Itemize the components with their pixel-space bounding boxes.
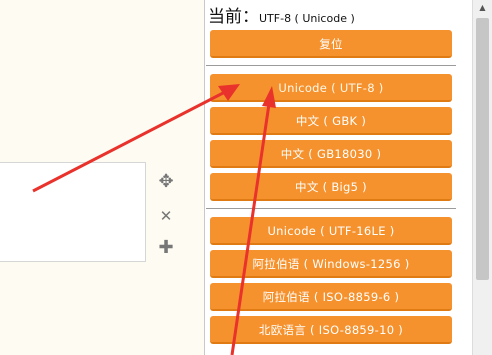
encoding-gbk-button[interactable]: 中文 ( GBK ) (210, 107, 452, 135)
add-icon[interactable]: ✚ (152, 236, 180, 260)
encoding-iso-8859-10-button[interactable]: 北欧语言 ( ISO-8859-10 ) (210, 316, 452, 344)
editor-area: ✥ ✕ ✚ (0, 0, 204, 355)
text-input-box[interactable] (0, 162, 146, 262)
encoding-panel: 当前：UTF-8 ( Unicode ) 复位 Unicode ( UTF-8 … (204, 0, 472, 355)
encoding-utf16le-button[interactable]: Unicode ( UTF-16LE ) (210, 217, 452, 245)
reset-button[interactable]: 复位 (210, 30, 452, 58)
divider-2 (206, 208, 456, 209)
scroll-thumb[interactable] (476, 18, 489, 280)
current-encoding-value: UTF-8 ( Unicode ) (259, 12, 355, 25)
divider-1 (206, 65, 456, 66)
encoding-big5-button[interactable]: 中文 ( Big5 ) (210, 173, 452, 201)
encoding-unicode-utf8-button[interactable]: Unicode ( UTF-8 ) (210, 74, 452, 102)
encoding-gb18030-button[interactable]: 中文 ( GB18030 ) (210, 140, 452, 168)
encoding-windows-1256-button[interactable]: 阿拉伯语 ( Windows-1256 ) (210, 250, 452, 278)
encoding-iso-8859-6-button[interactable]: 阿拉伯语 ( ISO-8859-6 ) (210, 283, 452, 311)
close-icon[interactable]: ✕ (152, 204, 180, 228)
scroll-up-arrow-icon[interactable]: ▲ (473, 0, 492, 16)
current-encoding-label: 当前： (208, 7, 259, 27)
move-icon[interactable]: ✥ (152, 170, 180, 194)
current-encoding: 当前：UTF-8 ( Unicode ) (208, 6, 355, 28)
scrollbar[interactable]: ▲ (472, 0, 492, 355)
